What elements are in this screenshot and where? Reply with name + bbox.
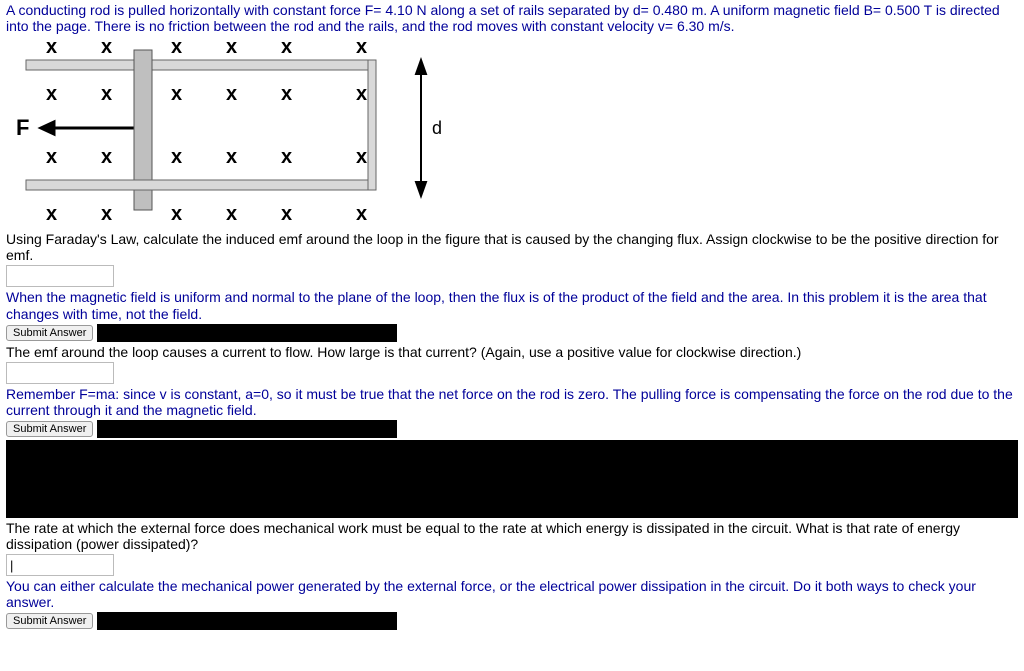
redacted-bar <box>97 612 397 630</box>
distance-label: d <box>432 118 442 138</box>
svg-text:x: x <box>356 83 367 105</box>
svg-text:x: x <box>281 146 292 168</box>
problem-statement: A conducting rod is pulled horizontally … <box>6 2 1018 34</box>
q3-answer-input[interactable] <box>6 554 114 576</box>
redacted-block <box>6 440 1018 518</box>
svg-text:x: x <box>226 38 237 58</box>
svg-text:x: x <box>46 203 57 225</box>
q1-answer-input[interactable] <box>6 265 114 287</box>
q3-hint: You can either calculate the mechanical … <box>6 578 1018 610</box>
circuit-diagram: x x x x x x x x x x x x F x x x x x x x x x x x x <box>16 38 1018 231</box>
svg-text:x: x <box>281 203 292 225</box>
q2-text: The emf around the loop causes a current… <box>6 344 1018 360</box>
svg-text:x: x <box>226 146 237 168</box>
svg-text:x: x <box>46 38 57 58</box>
svg-text:x: x <box>171 146 182 168</box>
svg-text:x: x <box>101 83 112 105</box>
q2-answer-input[interactable] <box>6 362 114 384</box>
svg-text:x: x <box>356 38 367 58</box>
svg-text:x: x <box>226 203 237 225</box>
q1-text: Using Faraday's Law, calculate the induc… <box>6 231 1018 263</box>
svg-text:x: x <box>281 83 292 105</box>
svg-text:x: x <box>281 38 292 58</box>
svg-text:x: x <box>101 203 112 225</box>
q1-submit-button[interactable]: Submit Answer <box>6 325 93 341</box>
svg-text:x: x <box>171 38 182 58</box>
svg-text:x: x <box>101 146 112 168</box>
svg-text:x: x <box>356 146 367 168</box>
q2-submit-button[interactable]: Submit Answer <box>6 421 93 437</box>
svg-text:x: x <box>101 38 112 58</box>
svg-text:x: x <box>46 83 57 105</box>
q3-text: The rate at which the external force doe… <box>6 520 1018 552</box>
svg-text:x: x <box>226 83 237 105</box>
force-label: F <box>16 115 29 140</box>
redacted-bar <box>97 420 397 438</box>
q1-hint: When the magnetic field is uniform and n… <box>6 289 1018 321</box>
svg-text:x: x <box>46 146 57 168</box>
q3-submit-button[interactable]: Submit Answer <box>6 613 93 629</box>
redacted-bar <box>97 324 397 342</box>
q2-hint: Remember F=ma: since v is constant, a=0,… <box>6 386 1018 418</box>
svg-text:x: x <box>171 203 182 225</box>
svg-text:x: x <box>171 83 182 105</box>
svg-text:x: x <box>356 203 367 225</box>
